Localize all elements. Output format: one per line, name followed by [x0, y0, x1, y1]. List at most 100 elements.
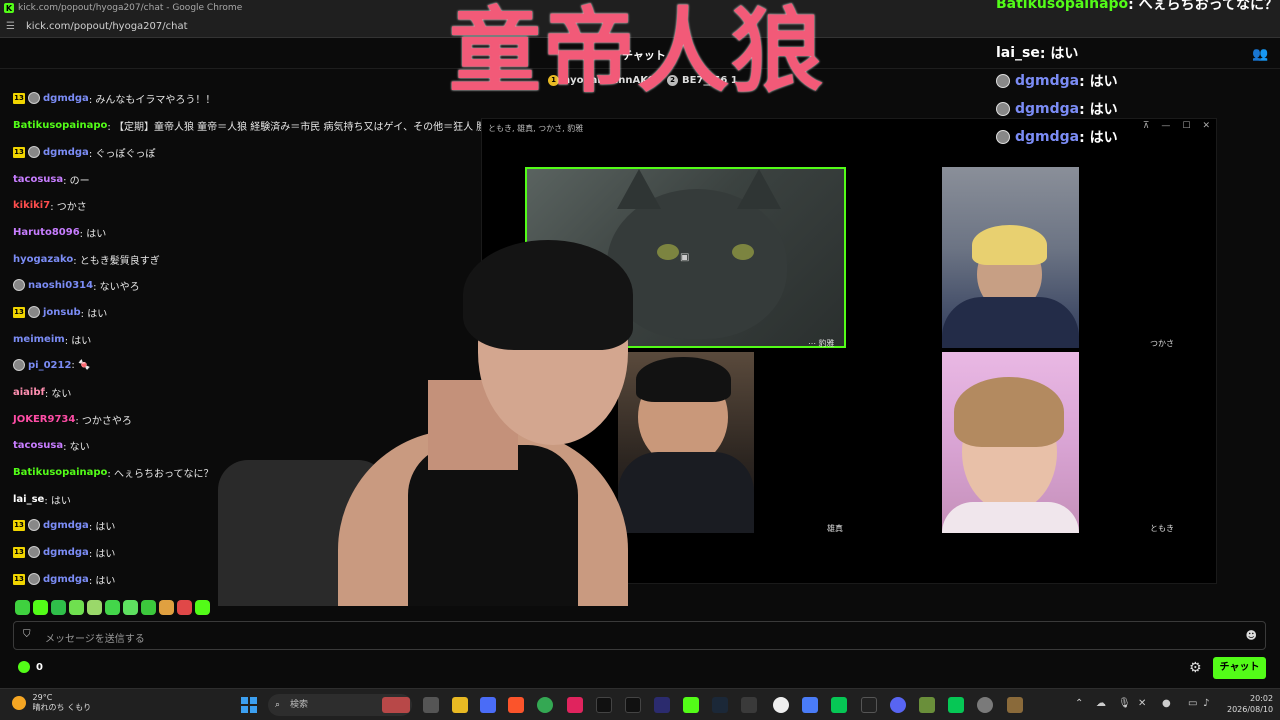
chat-username[interactable]: Batikusopainapo	[13, 467, 107, 478]
tray-app-icon[interactable]: ●	[1162, 698, 1171, 709]
emote-icon[interactable]	[87, 600, 102, 615]
emote-icon[interactable]	[159, 600, 174, 615]
chat-username[interactable]: dgmdga	[43, 574, 89, 585]
emote-icon[interactable]	[177, 600, 192, 615]
send-chat-button[interactable]: チャット	[1213, 657, 1266, 679]
minimize-icon[interactable]: —	[1161, 121, 1170, 131]
url-text[interactable]: kick.com/popout/hyoga207/chat	[26, 21, 188, 32]
tiktok-icon[interactable]	[596, 697, 612, 713]
pin-icon[interactable]: ⊼	[1143, 121, 1150, 131]
clock[interactable]: 20:02 2026/08/10	[1227, 693, 1273, 715]
app-icon[interactable]	[654, 697, 670, 713]
settings-gear-icon[interactable]: ⚙	[1189, 660, 1202, 676]
volume-icon[interactable]: ♪	[1203, 698, 1209, 709]
steam-icon[interactable]	[712, 697, 728, 713]
overlay-message-text: : はい	[1039, 46, 1079, 62]
file-explorer-icon[interactable]	[452, 697, 468, 713]
app-icon[interactable]	[861, 697, 877, 713]
brave-icon[interactable]	[508, 697, 524, 713]
emote-icon[interactable]	[51, 600, 66, 615]
taskbar: 29°C 晴れのち くもり ⌕ 検索 ⌃ ☁ 🎙 ✕ ● ▭ ♪ 20:02 2…	[0, 688, 1280, 720]
chat-username[interactable]: dgmdga	[43, 547, 89, 558]
app-icon[interactable]	[567, 697, 583, 713]
chrome-icon[interactable]	[537, 697, 553, 713]
chevron-up-icon[interactable]: ⌃	[1075, 698, 1083, 709]
chat-username[interactable]: Batikusopainapo	[13, 120, 107, 131]
close-icon[interactable]: ✕	[1138, 698, 1146, 709]
search-label: 検索	[290, 700, 309, 710]
chat-username[interactable]: dgmdga	[43, 147, 89, 158]
emote-bar[interactable]	[15, 600, 210, 615]
app-icon[interactable]	[1007, 697, 1023, 713]
screen: K kick.com/popout/hyoga207/chat - Google…	[0, 0, 1280, 720]
chat-username[interactable]: lai_se	[13, 494, 44, 505]
obs-icon[interactable]	[773, 697, 789, 713]
person-body	[618, 452, 754, 533]
chat-input-box[interactable]: ⛉ メッセージを送信する ☻	[13, 621, 1266, 650]
settings-icon[interactable]	[977, 697, 993, 713]
chat-username[interactable]: naoshi0314	[28, 280, 93, 291]
chat-username[interactable]: jonsub	[43, 307, 81, 318]
cat-image	[607, 189, 787, 339]
app-icon[interactable]	[741, 697, 757, 713]
emoji-icon[interactable]: ☻	[1246, 629, 1257, 642]
video-tile-boy1[interactable]	[618, 352, 754, 533]
start-button-icon[interactable]	[241, 697, 257, 713]
site-settings-icon[interactable]: ☰	[6, 21, 20, 32]
cloud-icon[interactable]: ☁	[1096, 698, 1106, 709]
app-icon[interactable]	[382, 697, 410, 713]
chat-message: naoshi0314: ないやろ	[13, 278, 140, 293]
chat-message-text: : はい	[88, 521, 116, 533]
chat-username[interactable]: kikiki7	[13, 200, 50, 211]
chat-username[interactable]: meimeim	[13, 334, 65, 345]
users-icon[interactable]: 👥	[1252, 47, 1268, 62]
line-icon[interactable]	[831, 697, 847, 713]
channel-points[interactable]: 0	[18, 661, 43, 673]
video-tile-boy2[interactable]	[942, 167, 1079, 348]
more-icon: ⋯	[808, 339, 819, 348]
chat-username[interactable]: dgmdga	[43, 93, 89, 104]
app-icon[interactable]	[480, 697, 496, 713]
emote-icon[interactable]	[141, 600, 156, 615]
line-icon[interactable]	[948, 697, 964, 713]
video-tile-girl[interactable]	[942, 352, 1079, 533]
person-hair	[636, 357, 731, 402]
emote-icon[interactable]	[69, 600, 84, 615]
close-icon[interactable]: ✕	[1202, 121, 1210, 131]
kick-icon[interactable]	[683, 697, 699, 713]
emote-icon[interactable]	[15, 600, 30, 615]
chat-username[interactable]: Haruto8096	[13, 227, 80, 238]
chat-input-placeholder[interactable]: メッセージを送信する	[45, 630, 145, 645]
mic-icon[interactable]: 🎙	[1118, 698, 1131, 709]
emote-icon[interactable]	[33, 600, 48, 615]
discord-icon[interactable]	[890, 697, 906, 713]
chat-username[interactable]: JOKER9734	[13, 414, 75, 425]
overlay-username: dgmdga	[1015, 129, 1080, 145]
chat-username[interactable]: pi_0212	[28, 360, 71, 371]
chat-message-text: : ぐっぽぐっぽ	[88, 148, 156, 160]
subscriber-badge-icon: 13	[13, 92, 25, 104]
chat-username[interactable]: tacosusa	[13, 440, 63, 451]
network-icon[interactable]: ▭	[1188, 698, 1197, 709]
chat-message: tacosusa: のー	[13, 172, 90, 187]
chat-message: 13 dgmdga: はい	[13, 545, 115, 560]
chat-message-text: : ない	[44, 388, 72, 400]
chat-username[interactable]: hyogazako	[13, 254, 73, 265]
task-view-icon[interactable]	[423, 697, 439, 713]
overlay-message-text: : はい	[1079, 102, 1118, 118]
maximize-icon[interactable]: ☐	[1182, 121, 1190, 131]
chat-message: 13 dgmdga: ぐっぽぐっぽ	[13, 145, 156, 160]
chat-username[interactable]: tacosusa	[13, 174, 63, 185]
minecraft-icon[interactable]	[919, 697, 935, 713]
app-icon[interactable]	[802, 697, 818, 713]
emote-icon[interactable]	[105, 600, 120, 615]
chat-message-text: : 🍬	[71, 359, 91, 371]
emote-icon[interactable]	[195, 600, 210, 615]
emote-icon[interactable]	[123, 600, 138, 615]
weather-widget[interactable]: 29°C 晴れのち くもり	[12, 693, 91, 713]
overlay-message-text: : はい	[1079, 74, 1118, 90]
tile-name: つかさ	[1150, 339, 1174, 348]
chat-username[interactable]: aiaibf	[13, 387, 45, 398]
app-icon[interactable]	[625, 697, 641, 713]
chat-username[interactable]: dgmdga	[43, 520, 89, 531]
